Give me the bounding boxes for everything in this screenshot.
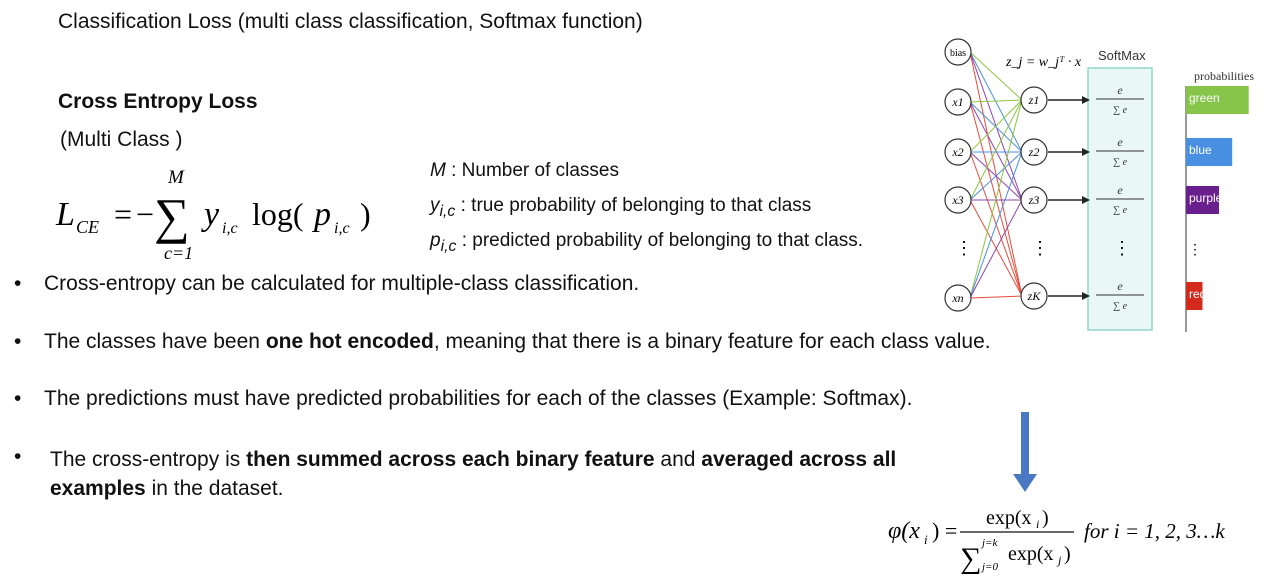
softmax-numerator: e xyxy=(1117,279,1123,293)
bullet-text: The predictions must have predicted prob… xyxy=(44,387,913,410)
bullet-item: • The predictions must have predicted pro… xyxy=(14,387,913,410)
bullet-text: The classes have been one hot encoded, m… xyxy=(44,330,991,353)
input-node-label: xn xyxy=(951,291,963,305)
formula-lhs-sub: CE xyxy=(76,217,99,237)
input-node-label: x1 xyxy=(951,95,963,109)
formula-log: log( xyxy=(252,196,304,232)
formula-close: ) xyxy=(360,196,371,232)
sum-bottom: c=1 xyxy=(164,243,193,263)
input-node-label: x2 xyxy=(951,145,963,159)
probability-class-label: purple xyxy=(1189,191,1223,205)
legend-item: yi,c : true probability of belonging to … xyxy=(430,194,812,220)
svg-text:) =: ) = xyxy=(932,518,957,543)
softmax-numerator: e xyxy=(1117,83,1123,97)
input-node-label: x3 xyxy=(951,193,963,207)
formula-p: p xyxy=(312,196,331,233)
softmax-denominator: ∑ e xyxy=(1113,301,1128,312)
weight-edge xyxy=(969,295,1023,299)
formula-y: y xyxy=(201,196,220,233)
probabilities-label: probabilities xyxy=(1194,69,1254,83)
formula-y-sub: i,c xyxy=(222,220,238,237)
probability-class-label: green xyxy=(1189,91,1220,105)
probability-class-label: red xyxy=(1189,287,1206,301)
softmax-ellipsis: ⋮ xyxy=(1113,238,1131,258)
section-subtitle: (Multi Class ) xyxy=(60,128,183,151)
svg-text:∑: ∑ xyxy=(960,542,981,574)
bullet-item: • The cross-entropy is then summed across… xyxy=(14,445,974,503)
z-node-label: z1 xyxy=(1028,93,1040,107)
sigma-icon: ∑ xyxy=(154,188,190,244)
probability-class-label: blue xyxy=(1189,143,1212,157)
z-ellipsis: ⋮ xyxy=(1031,238,1049,258)
softmax-denominator: ∑ e xyxy=(1113,157,1128,168)
softmax-denominator: ∑ e xyxy=(1113,105,1128,116)
cross-entropy-formula: L CE = − M ∑ c=1 y i,c log( p i,c ) xyxy=(55,167,371,263)
bullet-item: • The classes have been one hot encoded, … xyxy=(14,330,991,353)
softmax-numerator: e xyxy=(1117,135,1123,149)
slide-header: Classification Loss (multi class classif… xyxy=(58,10,643,33)
softmax-label: SoftMax xyxy=(1098,48,1146,63)
formula-equals: = xyxy=(114,196,132,232)
svg-text:for i = 1, 2, 3…k: for i = 1, 2, 3…k xyxy=(1084,519,1225,543)
down-arrow-icon xyxy=(1013,412,1037,492)
variable-legend: M : Number of classes yi,c : true probab… xyxy=(430,156,863,260)
softmax-numerator: e xyxy=(1117,183,1123,197)
softmax-network-diagram: SoftMax z_j = w_jᵀ · x bias x1 x2 x3 ⋮ xn z1 e ∑ e… xyxy=(944,38,1254,332)
softmax-denominator: ∑ e xyxy=(1113,205,1128,216)
formula-p-sub: i,c xyxy=(334,220,350,237)
softmax-formula: φ(x i ) = exp(x i ) ∑ j=k j=0 exp(x j ) … xyxy=(888,507,1225,574)
input-ellipsis: ⋮ xyxy=(955,238,973,258)
z-node-label: z3 xyxy=(1028,193,1040,207)
bullet-text: Cross-entropy can be calculated for mult… xyxy=(44,272,640,295)
svg-text:i: i xyxy=(1036,517,1039,531)
formula-minus: − xyxy=(136,196,154,232)
bullet-text: The cross-entropy is then summed across … xyxy=(50,448,897,500)
svg-text:exp(x: exp(x xyxy=(986,507,1032,529)
svg-text:j: j xyxy=(1056,553,1062,567)
input-node-label: bias xyxy=(950,48,966,59)
svg-text:j=0: j=0 xyxy=(980,561,998,573)
z-node-label: z2 xyxy=(1028,145,1040,159)
section-title: Cross Entropy Loss xyxy=(58,90,258,113)
svg-text:i: i xyxy=(924,532,928,547)
svg-text:φ(x: φ(x xyxy=(888,518,920,544)
legend-item: M : Number of classes xyxy=(430,160,619,181)
probabilities-ellipsis: ⋮ xyxy=(1188,241,1202,257)
z-equation: z_j = w_jᵀ · x xyxy=(1005,55,1082,70)
legend-item: pi,c : predicted probability of belongin… xyxy=(430,229,864,255)
svg-text:): ) xyxy=(1042,507,1049,529)
svg-text:exp(x: exp(x xyxy=(1008,543,1054,565)
svg-text:): ) xyxy=(1064,543,1071,565)
z-node-label: zK xyxy=(1027,289,1042,303)
sum-top: M xyxy=(167,167,185,188)
bullet-item: • Cross-entropy can be calculated for mul… xyxy=(14,272,640,295)
formula-lhs: L xyxy=(55,196,75,233)
svg-text:j=k: j=k xyxy=(980,537,998,549)
